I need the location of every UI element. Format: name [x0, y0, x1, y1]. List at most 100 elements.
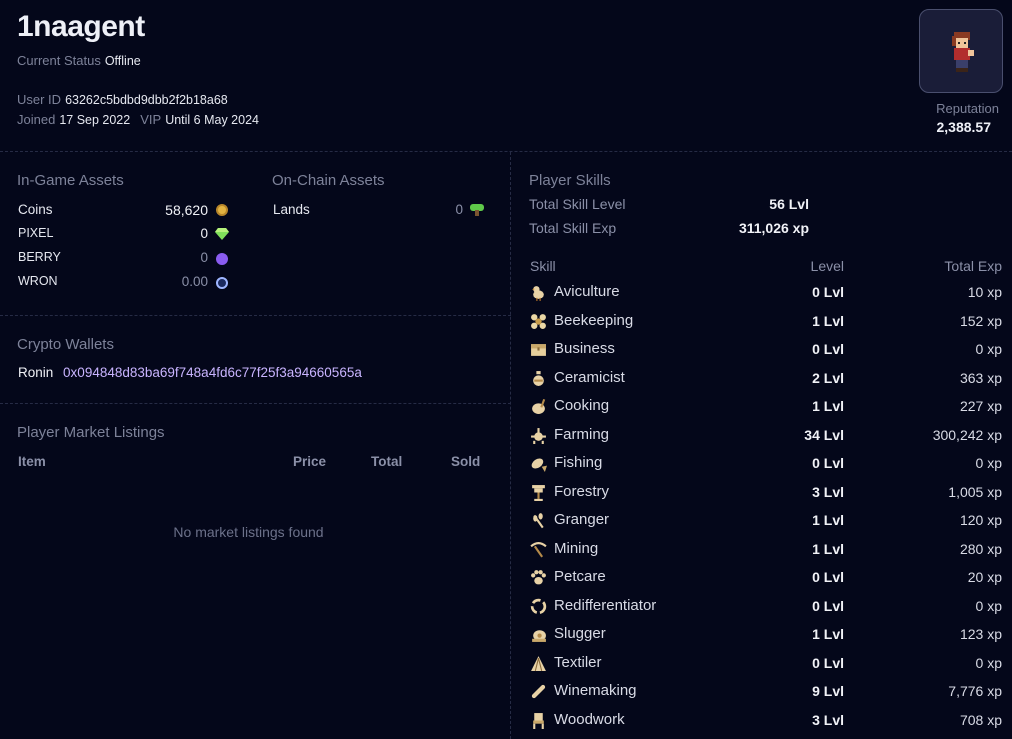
- berry-icon: [216, 253, 228, 265]
- bee-icon: [530, 313, 547, 330]
- wallet-address[interactable]: 0x094848d83ba69f748a4fd6c77f25f3a9466056…: [63, 365, 362, 380]
- asset-name: PIXEL: [18, 226, 54, 240]
- skill-level: 1 Lvl: [812, 626, 844, 642]
- tree-icon: [530, 484, 547, 501]
- skill-exp: 363 xp: [959, 369, 1002, 386]
- slug-icon: [530, 626, 547, 643]
- skill-row[interactable]: Beekeeping 1 Lvl 152 xp: [512, 310, 1012, 334]
- skill-exp: 0 xp: [975, 654, 1002, 671]
- assets-panel: In-Game Assets On-Chain Assets Coins 58,…: [0, 152, 511, 739]
- user-id-label: User ID: [17, 92, 62, 107]
- market-col-sold: Sold: [451, 454, 481, 469]
- skill-col-level: Level: [810, 258, 844, 274]
- wheat-icon: [530, 512, 547, 529]
- skill-row[interactable]: Winemaking 9 Lvl 7,776 xp: [512, 680, 1012, 704]
- status-value: Offline: [104, 54, 141, 68]
- skill-row[interactable]: Fishing 0 Lvl 0 xp: [512, 452, 1012, 476]
- asset-row-berry: BERRY 0: [18, 250, 230, 268]
- skill-row[interactable]: Farming 34 Lvl 300,242 xp: [512, 424, 1012, 448]
- skill-name: Woodwork: [554, 710, 625, 728]
- skill-row[interactable]: Aviculture 0 Lvl 10 xp: [512, 281, 1012, 305]
- skill-row[interactable]: Ceramicist 2 Lvl 363 xp: [512, 367, 1012, 391]
- skill-level: 0 Lvl: [812, 341, 844, 357]
- textile-icon: [530, 655, 547, 672]
- skill-exp: 1,005 xp: [948, 483, 1002, 500]
- skill-level: 2 Lvl: [812, 369, 844, 386]
- ingame-assets-title: In-Game Assets: [17, 172, 124, 189]
- total-skill-level-label: Total Skill Level: [529, 196, 626, 212]
- skill-name: Fishing: [554, 454, 603, 471]
- skill-row[interactable]: Slugger 1 Lvl 123 xp: [512, 623, 1012, 647]
- skill-exp: 708 xp: [959, 711, 1002, 728]
- section-divider: [0, 315, 511, 316]
- skill-level: 3 Lvl: [812, 483, 844, 500]
- section-divider: [0, 403, 511, 404]
- skill-row[interactable]: Petcare 0 Lvl 20 xp: [512, 566, 1012, 590]
- skill-col-exp: Total Exp: [944, 258, 1002, 274]
- no-listings-message: No market listings found: [173, 524, 324, 540]
- skill-row[interactable]: Forestry 3 Lvl 1,005 xp: [512, 481, 1012, 505]
- vip-label: VIP: [140, 112, 162, 127]
- skill-name: Aviculture: [554, 283, 620, 300]
- crop-icon: [530, 427, 547, 444]
- pot-icon: [530, 398, 547, 415]
- avatar[interactable]: [919, 9, 1003, 93]
- skill-row[interactable]: Textiler 0 Lvl 0 xp: [512, 652, 1012, 676]
- wallet-network: Ronin: [18, 365, 54, 380]
- total-skill-exp-label: Total Skill Exp: [529, 220, 617, 236]
- market-col-price: Price: [293, 454, 327, 469]
- pixel-gem-icon: [215, 228, 229, 240]
- status-row: Current Status Offline: [17, 53, 141, 68]
- asset-value: 0.00: [181, 274, 208, 289]
- skill-row[interactable]: Woodwork 3 Lvl 708 xp: [512, 709, 1012, 733]
- asset-name: Lands: [273, 202, 310, 217]
- bottle-icon: [530, 683, 547, 700]
- username: 1naagent: [17, 10, 145, 43]
- status-label: Current Status: [17, 53, 101, 68]
- skill-name: Redifferentiator: [554, 596, 657, 614]
- skill-level: 0 Lvl: [812, 654, 844, 671]
- recycle-icon: [530, 598, 547, 615]
- avatar-character-icon: [952, 32, 974, 72]
- player-skills-title: Player Skills: [529, 172, 611, 189]
- skill-name: Farming: [554, 425, 610, 443]
- skill-level: 3 Lvl: [812, 711, 844, 728]
- market-col-total: Total: [371, 454, 403, 469]
- total-skill-exp-row: Total Skill Exp 311,026 xp: [529, 220, 809, 236]
- skill-level: 1 Lvl: [812, 512, 844, 528]
- user-id-value[interactable]: 63262c5bdbd9dbb2f2b18a68: [65, 93, 228, 107]
- chest-icon: [530, 341, 547, 358]
- skill-row[interactable]: Granger 1 Lvl 120 xp: [512, 509, 1012, 533]
- asset-row-coins: Coins 58,620: [18, 202, 230, 220]
- skill-col-skill: Skill: [530, 258, 556, 274]
- skill-exp: 227 xp: [959, 398, 1002, 414]
- skill-level: 0 Lvl: [812, 569, 844, 585]
- skill-exp: 7,776 xp: [948, 683, 1002, 699]
- skill-row[interactable]: Redifferentiator 0 Lvl 0 xp: [512, 595, 1012, 619]
- skill-level: 34 Lvl: [804, 426, 844, 443]
- skill-exp: 0 xp: [975, 455, 1002, 471]
- skill-row[interactable]: Business 0 Lvl 0 xp: [512, 338, 1012, 362]
- chair-icon: [530, 712, 547, 729]
- skill-row[interactable]: Cooking 1 Lvl 227 xp: [512, 395, 1012, 419]
- skill-name: Winemaking: [554, 682, 637, 699]
- skill-level: 0 Lvl: [812, 284, 844, 300]
- paw-icon: [530, 569, 547, 586]
- skill-exp: 152 xp: [959, 312, 1002, 329]
- land-icon: [470, 204, 484, 216]
- crypto-wallets-title: Crypto Wallets: [17, 336, 114, 353]
- skill-row[interactable]: Mining 1 Lvl 280 xp: [512, 538, 1012, 562]
- skill-name: Slugger: [554, 625, 606, 642]
- market-col-item: Item: [18, 454, 46, 469]
- vip-value: Until 6 May 2024: [165, 113, 259, 127]
- skill-exp: 0 xp: [975, 597, 1002, 614]
- joined-label: Joined: [17, 112, 56, 127]
- skill-exp: 280 xp: [959, 540, 1002, 557]
- skill-level: 1 Lvl: [812, 540, 844, 557]
- skill-name: Forestry: [554, 482, 610, 500]
- profile-header: 1naagent Current Status Offline User ID 63…: [0, 0, 1012, 152]
- skill-level: 1 Lvl: [812, 398, 844, 414]
- skills-panel: Player Skills Total Skill Level 56 Lvl T…: [512, 152, 1012, 739]
- joined-row: Joined 17 Sep 2022 VIP Until 6 May 2024: [17, 112, 259, 127]
- asset-value: 0: [200, 226, 208, 241]
